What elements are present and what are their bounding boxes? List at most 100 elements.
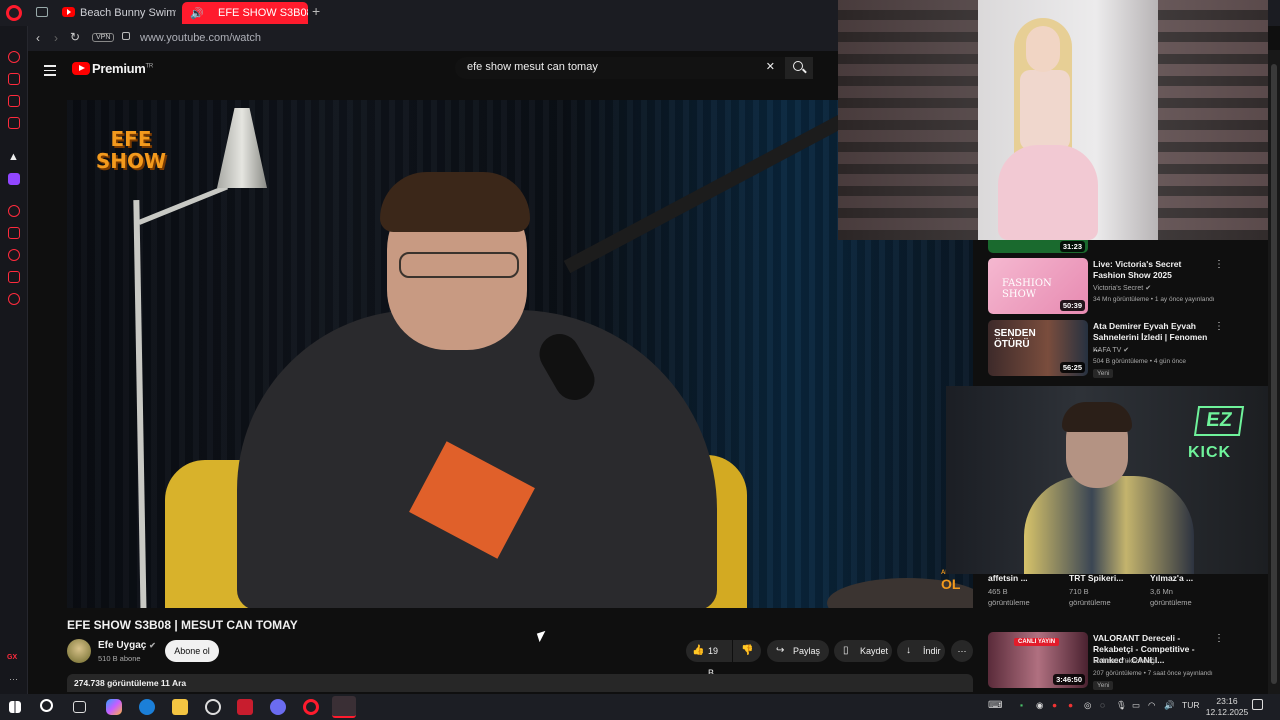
menu-icon[interactable] bbox=[44, 62, 56, 79]
obs-icon[interactable] bbox=[205, 699, 221, 715]
short-title[interactable]: Yılmaz'a ... bbox=[1150, 573, 1228, 583]
pip-video-fashion-show[interactable] bbox=[838, 0, 1268, 240]
new-tab-button[interactable]: + bbox=[312, 3, 320, 19]
tab-label: Beach Bunny Swimwear F bbox=[80, 7, 176, 19]
youtube-logo-icon[interactable] bbox=[72, 62, 90, 75]
description-box[interactable]: 274.738 görüntüleme 11 Ara bbox=[67, 674, 973, 692]
subscribe-button[interactable]: Abone ol bbox=[165, 640, 219, 662]
notification-icon[interactable] bbox=[1252, 699, 1263, 710]
audio-playing-icon[interactable]: 🔊 bbox=[190, 3, 204, 24]
kick-logo: KICK bbox=[1188, 444, 1232, 461]
thumbnail[interactable]: SENDEN ÖTÜRÜ 56:25 bbox=[988, 320, 1088, 376]
workspace-icon[interactable] bbox=[36, 7, 48, 17]
thumbs-down-icon: 👎 bbox=[741, 645, 754, 656]
download-icon: ↓ bbox=[906, 645, 911, 656]
video-editor-icon[interactable] bbox=[237, 699, 253, 715]
forward-icon[interactable]: › bbox=[54, 31, 58, 45]
recommended-item-0[interactable]: 31:23 bbox=[988, 240, 1088, 253]
thumbnail[interactable]: CANLI YAYIN 3:46:50 bbox=[988, 632, 1088, 688]
opera-icon[interactable] bbox=[303, 699, 319, 715]
subscriber-count: 510 B abone bbox=[98, 654, 141, 663]
sidebar-history-icon[interactable] bbox=[8, 249, 20, 261]
short-title[interactable]: affetsin ... bbox=[988, 573, 1066, 583]
task-view-icon[interactable] bbox=[73, 701, 86, 713]
wifi-icon[interactable]: ◠ bbox=[1148, 700, 1155, 711]
share-button[interactable]: ↪ Paylaş bbox=[767, 640, 829, 662]
more-options-icon[interactable]: ⋮ bbox=[1214, 633, 1224, 644]
sidebar-extensions-icon[interactable] bbox=[8, 271, 20, 283]
download-button[interactable]: ↓ İndir bbox=[897, 640, 945, 662]
dislike-button[interactable]: 👎 bbox=[733, 640, 761, 662]
sidebar-settings-icon[interactable] bbox=[8, 293, 20, 305]
sidebar-gx-icon[interactable]: GX bbox=[7, 654, 17, 661]
reload-icon[interactable]: ↻ bbox=[70, 30, 80, 44]
recommended-item-live[interactable]: CANLI YAYIN 3:46:50 VALORANT Dereceli - … bbox=[988, 630, 1228, 690]
channel-avatar[interactable] bbox=[67, 639, 91, 663]
tray-chat-icon[interactable]: ▭ bbox=[1132, 700, 1140, 711]
sidebar-player-icon[interactable] bbox=[8, 205, 20, 217]
edge-icon[interactable] bbox=[139, 699, 155, 715]
tray-app-icon[interactable]: ◉ bbox=[1036, 700, 1043, 711]
search-taskbar-icon[interactable] bbox=[40, 699, 53, 712]
vpn-badge[interactable]: VPN bbox=[92, 33, 115, 42]
tray-network-icon[interactable]: ◌ bbox=[1100, 700, 1105, 710]
opera-sidebar: ▲ GX ⋯ bbox=[0, 26, 28, 694]
channel-name[interactable]: Efe Uygaç ✔ bbox=[98, 640, 156, 651]
save-button[interactable]: ▯ Kaydet bbox=[834, 640, 892, 662]
tray-recorder-icon[interactable]: ● bbox=[1068, 700, 1073, 710]
file-explorer-icon[interactable] bbox=[172, 699, 188, 715]
opera-gx-active-icon[interactable] bbox=[332, 696, 356, 718]
duration-badge: 31:23 bbox=[1059, 241, 1085, 252]
short-item[interactable]: TRT Spikeri... 710 B görüntüleme bbox=[1069, 573, 1147, 607]
volume-icon[interactable]: 🔊 bbox=[1164, 700, 1175, 711]
copilot-icon[interactable] bbox=[106, 699, 122, 715]
more-options-icon[interactable]: ⋮ bbox=[1214, 259, 1224, 270]
more-options-icon[interactable]: ⋮ bbox=[1214, 321, 1224, 332]
microphone-icon[interactable]: 🎙 bbox=[1116, 700, 1127, 711]
discord-icon[interactable] bbox=[270, 699, 286, 715]
streamer-webcam-overlay: EZ KICK bbox=[946, 386, 1280, 574]
short-item[interactable]: affetsin ... 465 B görüntüleme bbox=[988, 573, 1066, 607]
bookmark-icon: ▯ bbox=[843, 645, 849, 656]
back-icon[interactable]: ‹ bbox=[36, 31, 40, 45]
channel-name[interactable]: Mehmet Yüksekdağ bbox=[1093, 658, 1155, 665]
search-input[interactable]: efe show mesut can tomay ✕ bbox=[455, 57, 785, 79]
opera-logo-icon[interactable] bbox=[6, 5, 22, 21]
channel-name[interactable]: KAFA TV ✔ bbox=[1093, 346, 1129, 354]
short-views: 3,6 Mn bbox=[1150, 587, 1173, 596]
sidebar-more-icon[interactable]: ⋯ bbox=[9, 674, 18, 685]
channel-name[interactable]: Victoria's Secret ✔ bbox=[1093, 284, 1151, 292]
sidebar-shop-icon[interactable] bbox=[8, 73, 20, 85]
nvidia-icon[interactable]: ▪ bbox=[1020, 700, 1023, 710]
video-title[interactable]: Live: Victoria's Secret Fashion Show 202… bbox=[1093, 259, 1213, 281]
tab-beach-bunny[interactable]: Beach Bunny Swimwear F bbox=[58, 2, 176, 24]
sidebar-messenger-icon[interactable] bbox=[8, 95, 20, 107]
lock-icon[interactable] bbox=[122, 32, 130, 40]
scrollbar-thumb[interactable] bbox=[1271, 64, 1277, 684]
short-title[interactable]: TRT Spikeri... bbox=[1069, 573, 1147, 583]
sidebar-bookmarks-icon[interactable] bbox=[8, 227, 20, 239]
youtube-brand[interactable]: PremiumTR bbox=[92, 61, 153, 76]
search-button[interactable] bbox=[785, 57, 813, 79]
sidebar-twitch-icon[interactable] bbox=[8, 173, 20, 185]
tray-steam-icon[interactable]: ◎ bbox=[1084, 700, 1091, 711]
sidebar-tiktok-icon[interactable]: ▲ bbox=[8, 151, 19, 163]
url-text[interactable]: www.youtube.com/watch bbox=[140, 32, 261, 44]
sidebar-vk-icon[interactable] bbox=[8, 117, 20, 129]
keyboard-icon[interactable]: ⌨ bbox=[988, 700, 1002, 711]
tab-efe-show[interactable]: 🔊 EFE SHOW S3B08 | M bbox=[182, 2, 308, 24]
language-indicator[interactable]: TUR bbox=[1182, 700, 1199, 710]
short-views: 710 B bbox=[1069, 587, 1089, 596]
like-button[interactable]: 👍 19 B bbox=[686, 640, 732, 678]
windows-taskbar: ⌨ ▪ ◉ ● ● ◎ ◌ 🎙 ▭ ◠ 🔊 TUR 23:16 12.12.20… bbox=[0, 694, 1280, 720]
clock[interactable]: 23:16 bbox=[1212, 696, 1242, 706]
duration-badge: 50:39 bbox=[1059, 300, 1085, 311]
thumbnail[interactable]: FASHION SHOW 50:39 bbox=[988, 258, 1088, 314]
sidebar-ai-icon[interactable] bbox=[8, 51, 20, 63]
clear-search-icon[interactable]: ✕ bbox=[766, 60, 775, 73]
short-item[interactable]: Yılmaz'a ... 3,6 Mn görüntüleme bbox=[1150, 573, 1228, 607]
date[interactable]: 12.12.2025 bbox=[1204, 707, 1250, 717]
more-actions-button[interactable]: ⋯ bbox=[951, 640, 973, 662]
start-icon[interactable] bbox=[9, 701, 21, 713]
tray-opera-icon[interactable]: ● bbox=[1052, 700, 1057, 710]
